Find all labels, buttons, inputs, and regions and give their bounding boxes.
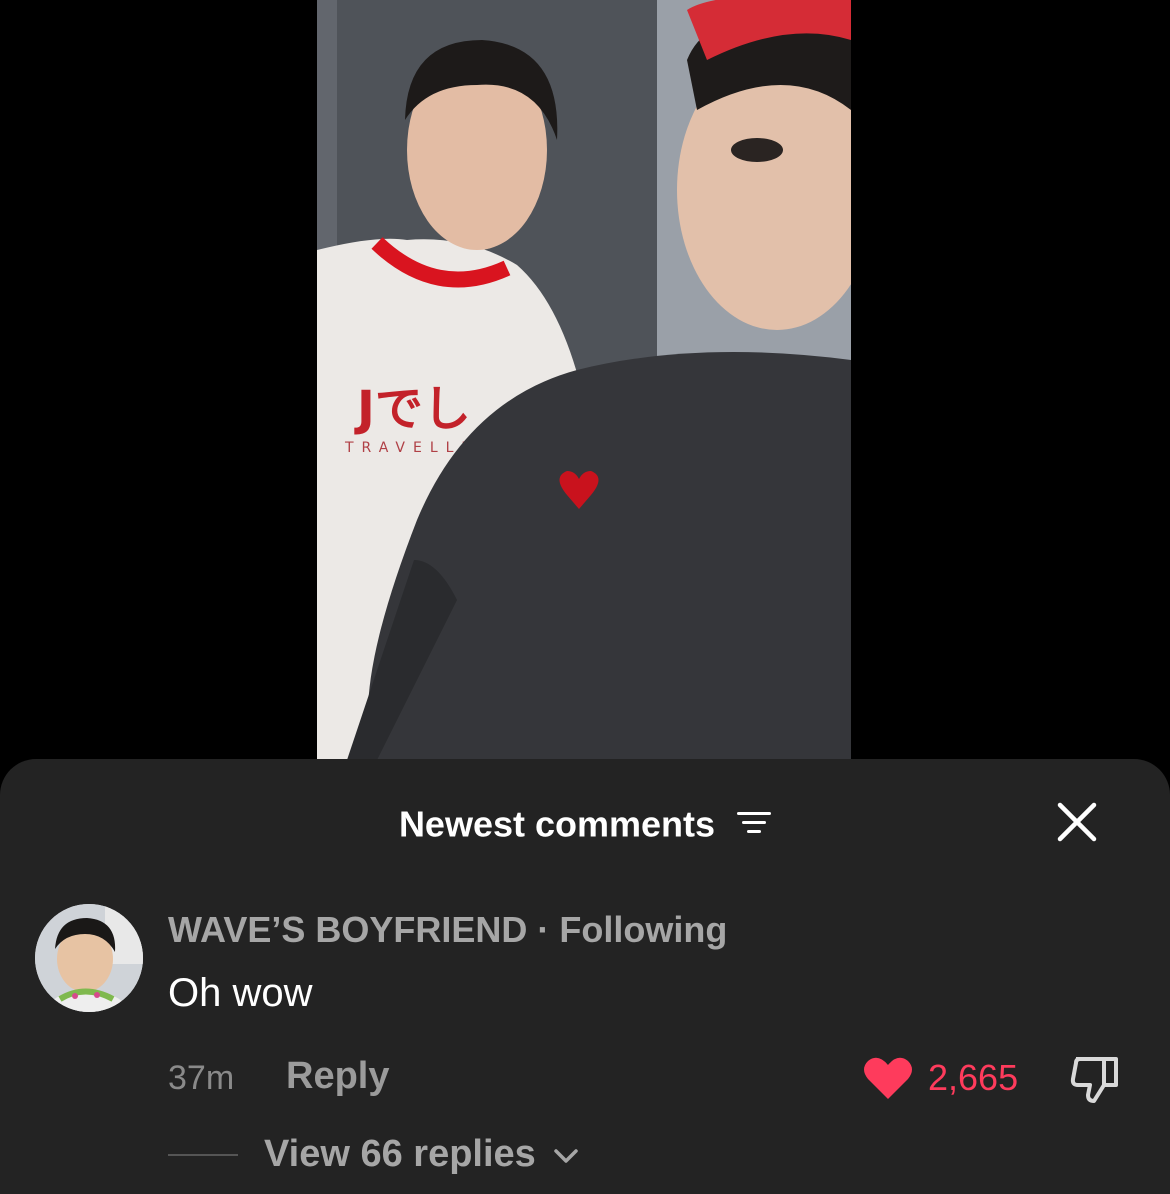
thumbs-down-icon	[1070, 1057, 1118, 1103]
comments-title: Newest comments	[398, 803, 716, 845]
chevron-down-icon	[554, 1149, 579, 1163]
comments-sheet: Newest comments WAVE’S BOYFRIEND · Followi…	[0, 759, 1170, 1194]
video-frame: Jでし TRAVELLER	[317, 0, 851, 760]
heart-icon	[864, 1057, 912, 1099]
avatar[interactable]	[35, 904, 143, 1012]
like-count: 2,665	[928, 1057, 1019, 1098]
sort-lines-icon[interactable]	[737, 803, 772, 845]
separator: ·	[537, 909, 550, 950]
view-replies-button[interactable]: View 66 replies	[264, 1133, 580, 1176]
avatar-image	[35, 904, 143, 1012]
replies-divider	[168, 1154, 238, 1156]
close-icon	[1057, 802, 1097, 842]
like-button[interactable]: 2,665	[862, 1053, 1018, 1103]
video-player[interactable]: Jでし TRAVELLER	[317, 0, 851, 760]
comment-timestamp: 37m	[168, 1059, 235, 1097]
close-button[interactable]	[1054, 799, 1100, 845]
reply-button[interactable]: Reply	[286, 1055, 389, 1098]
dislike-button[interactable]	[1068, 1055, 1124, 1105]
username[interactable]: WAVE’S BOYFRIEND	[168, 909, 527, 950]
comment-author-line: WAVE’S BOYFRIEND · Following	[168, 909, 727, 951]
comment-text: Oh wow	[168, 971, 313, 1015]
view-replies-label: View 66 replies	[264, 1133, 536, 1175]
comments-header[interactable]: Newest comments	[0, 801, 1170, 845]
shirt-logo: Jでし	[354, 381, 471, 437]
following-label: Following	[559, 909, 728, 950]
